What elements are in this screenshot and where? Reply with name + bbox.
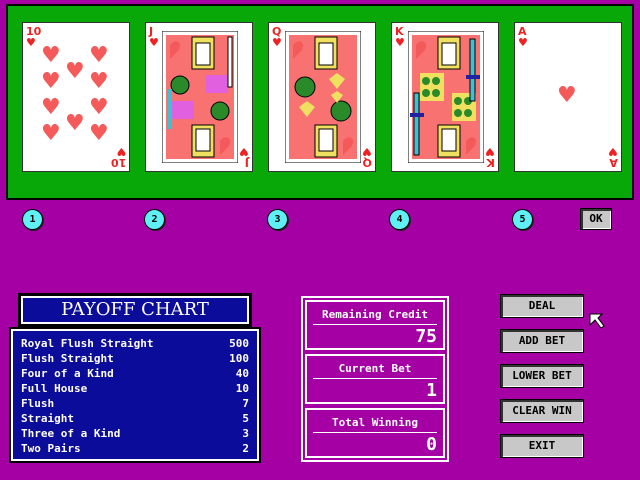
heart-icon: ♥ bbox=[41, 69, 61, 94]
current-bet-block: Current Bet 1 bbox=[305, 354, 445, 404]
exit-button[interactable]: EXIT bbox=[500, 434, 584, 458]
card-rank: K ♥ bbox=[485, 145, 495, 169]
hand-name: Three of a Kind bbox=[21, 427, 121, 440]
payoff-row: Flush 7 bbox=[21, 397, 249, 412]
card-4[interactable]: K ♥ K ♥ bbox=[391, 22, 499, 172]
hand-payout: 7 bbox=[242, 397, 249, 410]
hand-payout: 3 bbox=[242, 427, 249, 440]
hand-payout: 5 bbox=[242, 412, 249, 425]
lower-bet-button[interactable]: LOWER BET bbox=[500, 364, 584, 388]
payoff-row: Two Pairs 2 bbox=[21, 442, 249, 457]
clear-win-button[interactable]: CLEAR WIN bbox=[500, 399, 584, 423]
card-2[interactable]: J ♥ J ♥ bbox=[145, 22, 253, 172]
card-rank: J ♥ bbox=[239, 145, 249, 169]
card-select-2-button[interactable]: 2 bbox=[144, 209, 165, 230]
card-rank: A ♥ bbox=[608, 145, 618, 169]
card-select-3-button[interactable]: 3 bbox=[267, 209, 288, 230]
payoff-chart-table: Royal Flush Straight 500 Flush Straight … bbox=[11, 329, 259, 461]
cursor-arrow-icon bbox=[589, 313, 605, 329]
hand-name: Flush Straight bbox=[21, 352, 114, 365]
card-select-5-button[interactable]: 5 bbox=[512, 209, 533, 230]
divider bbox=[313, 324, 437, 325]
card-rank: Q ♥ bbox=[272, 25, 282, 49]
info-panel: Remaining Credit 75 Current Bet 1 Total … bbox=[301, 296, 449, 462]
card-rank: 10 ♥ bbox=[26, 25, 42, 49]
card-1[interactable]: 10 ♥ ♥ ♥ ♥ ♥ ♥ ♥ ♥ ♥ ♥ ♥ 10 ♥ bbox=[22, 22, 130, 172]
payoff-row: Royal Flush Straight 500 bbox=[21, 337, 249, 352]
divider bbox=[313, 432, 437, 433]
card-select-1-button[interactable]: 1 bbox=[22, 209, 43, 230]
heart-icon: ♥ bbox=[89, 95, 109, 120]
heart-icon: ♥ bbox=[89, 43, 109, 68]
card-rank: J ♥ bbox=[149, 25, 159, 49]
hand-payout: 2 bbox=[242, 442, 249, 455]
remaining-credit-block: Remaining Credit 75 bbox=[305, 300, 445, 350]
hand-name: Flush bbox=[21, 397, 55, 410]
payoff-row: Straight 5 bbox=[21, 412, 249, 427]
hand-name: Four of a Kind bbox=[21, 367, 114, 380]
deal-button[interactable]: DEAL bbox=[500, 294, 584, 318]
payoff-row: Flush Straight 100 bbox=[21, 352, 249, 367]
total-winning-value: 0 bbox=[426, 434, 437, 455]
ok-button[interactable]: OK bbox=[580, 208, 612, 230]
payoff-chart-title: PAYOFF CHART bbox=[21, 296, 249, 324]
heart-icon: ♥ bbox=[89, 121, 109, 146]
heart-icon: ♥ bbox=[41, 43, 61, 68]
card-rank: A ♥ bbox=[518, 25, 528, 49]
hand-name: Two Pairs bbox=[21, 442, 81, 455]
current-bet-value: 1 bbox=[426, 380, 437, 401]
remaining-credit-value: 75 bbox=[415, 326, 437, 347]
total-winning-block: Total Winning 0 bbox=[305, 408, 445, 458]
heart-icon: ♥ bbox=[41, 95, 61, 120]
card-rank: 10 ♥ bbox=[110, 145, 126, 169]
hand-name: Full House bbox=[21, 382, 88, 395]
current-bet-label: Current Bet bbox=[338, 362, 412, 375]
card-3[interactable]: Q ♥ Q ♥ bbox=[268, 22, 376, 172]
king-face-icon bbox=[408, 31, 484, 163]
payoff-row: Four of a Kind 40 bbox=[21, 367, 249, 382]
hand-payout: 10 bbox=[235, 382, 249, 395]
add-bet-button[interactable]: ADD BET bbox=[500, 329, 584, 353]
heart-icon: ♥ bbox=[65, 111, 85, 136]
heart-icon: ♥ bbox=[65, 59, 85, 84]
queen-face-icon bbox=[285, 31, 361, 163]
card-5[interactable]: A ♥ ♥ A ♥ bbox=[514, 22, 622, 172]
heart-icon: ♥ bbox=[89, 69, 109, 94]
card-select-4-button[interactable]: 4 bbox=[389, 209, 410, 230]
card-rank: K ♥ bbox=[395, 25, 405, 49]
heart-icon: ♥ bbox=[41, 121, 61, 146]
hand-payout: 500 bbox=[229, 337, 249, 350]
hand-payout: 100 bbox=[229, 352, 249, 365]
jack-face-icon bbox=[162, 31, 238, 163]
heart-icon: ♥ bbox=[557, 83, 577, 108]
total-winning-label: Total Winning bbox=[331, 416, 419, 429]
hand-payout: 40 bbox=[235, 367, 249, 380]
card-table: 10 ♥ ♥ ♥ ♥ ♥ ♥ ♥ ♥ ♥ ♥ ♥ 10 ♥ J ♥ J ♥ Q … bbox=[6, 4, 634, 200]
card-rank: Q ♥ bbox=[362, 145, 372, 169]
payoff-row: Three of a Kind 3 bbox=[21, 427, 249, 442]
hand-name: Straight bbox=[21, 412, 74, 425]
remaining-credit-label: Remaining Credit bbox=[322, 308, 428, 321]
divider bbox=[313, 378, 437, 379]
payoff-row: Full House 10 bbox=[21, 382, 249, 397]
hand-name: Royal Flush Straight bbox=[21, 337, 154, 350]
